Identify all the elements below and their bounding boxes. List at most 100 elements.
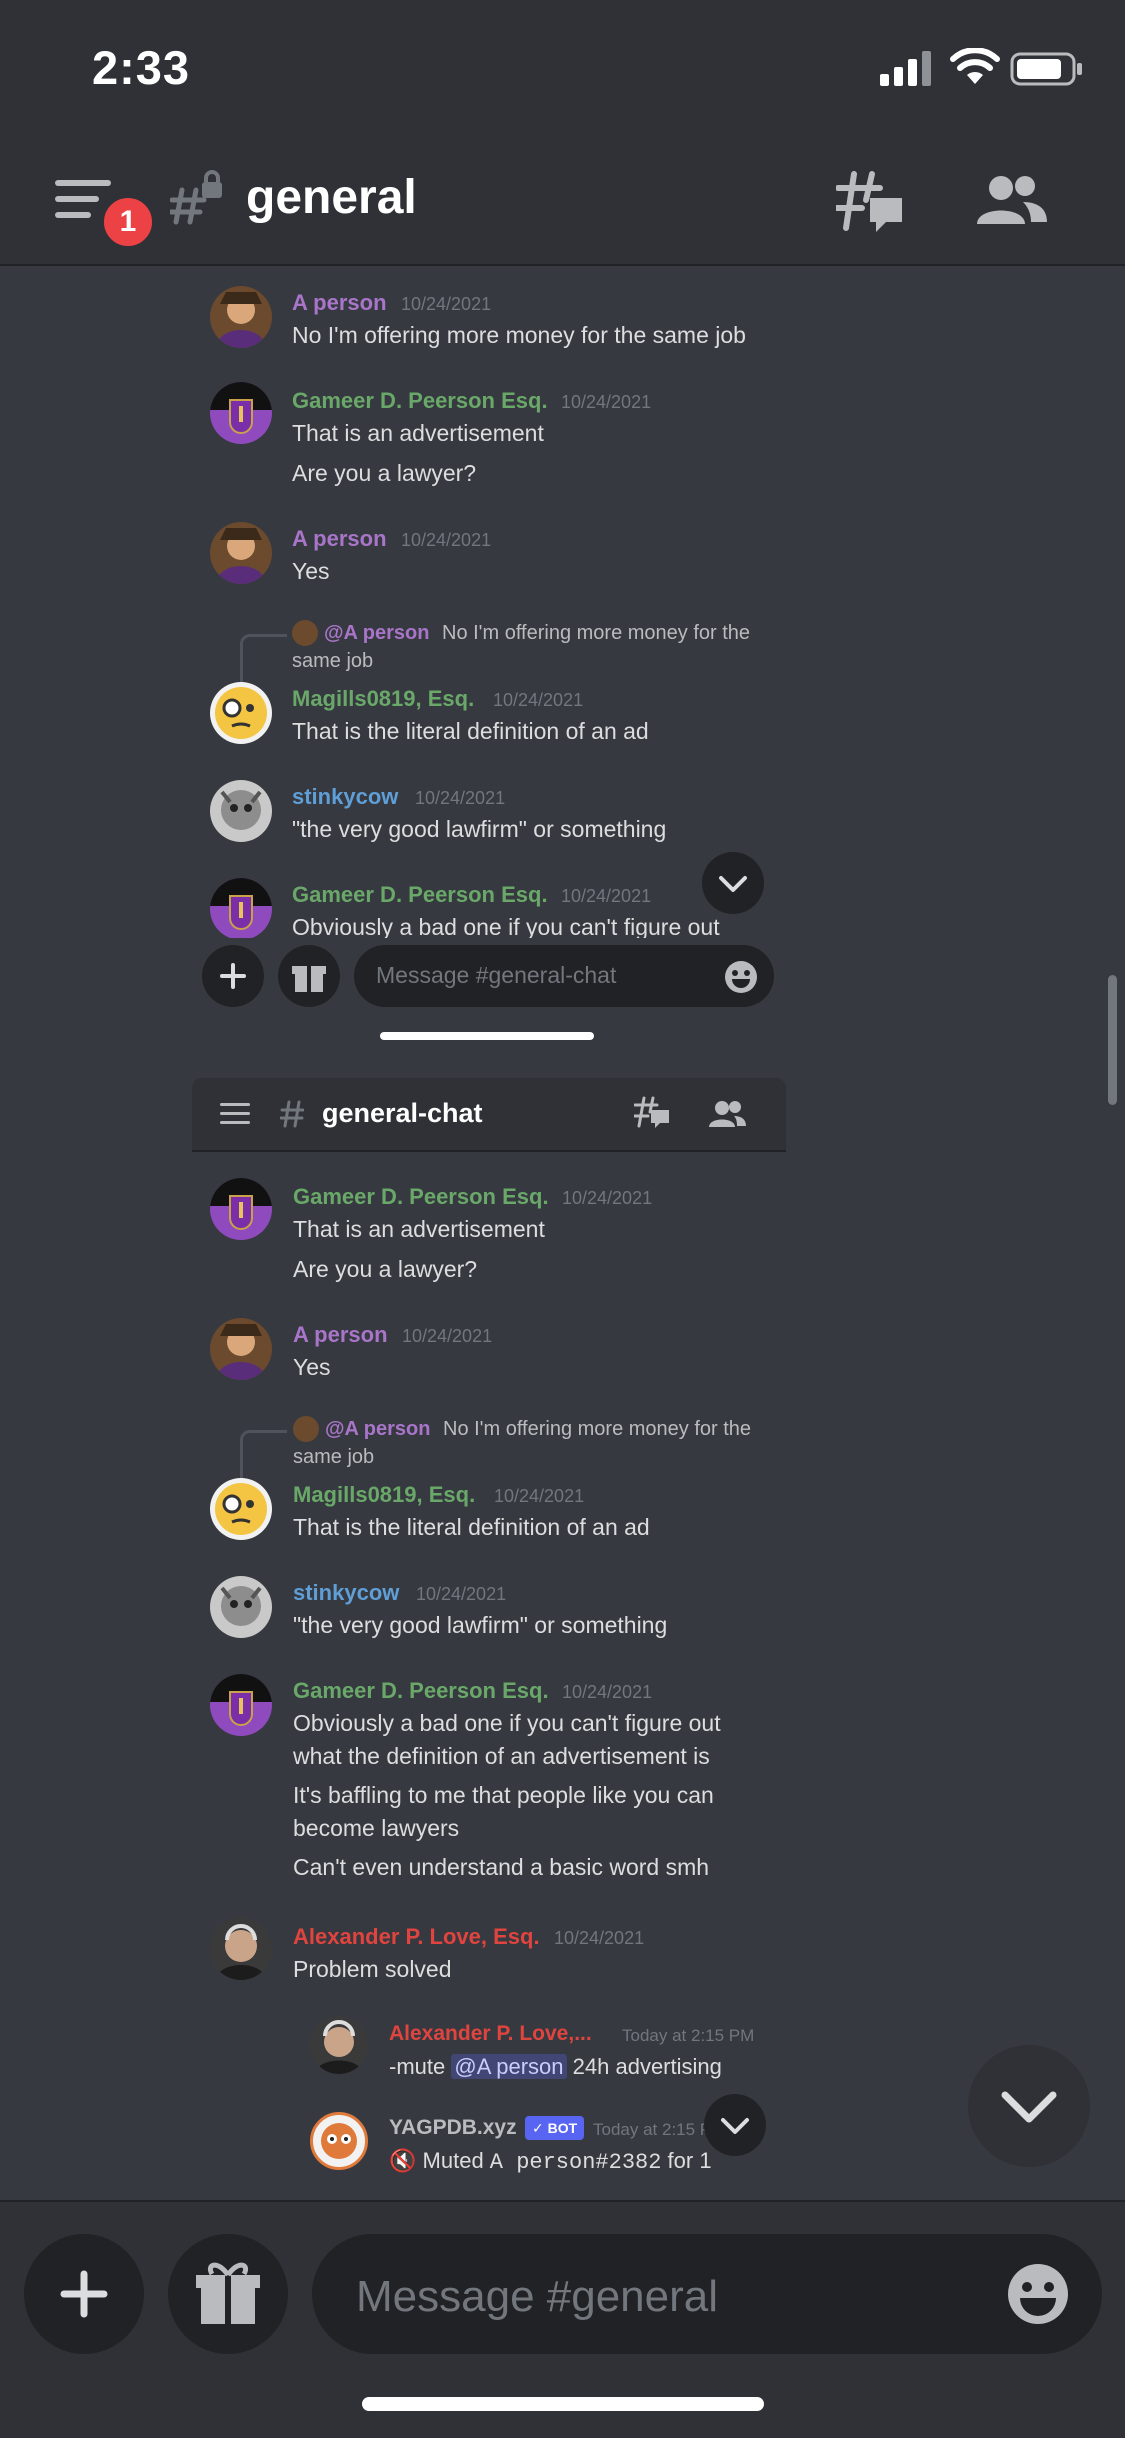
message-author[interactable]: Gameer D. Peerson Esq. [293,1678,549,1704]
gift-button[interactable] [278,945,340,1007]
message-text: Yes [293,1354,331,1380]
message-input[interactable]: Message #general [312,2234,1102,2354]
message-author[interactable]: A person [292,290,387,316]
plus-button[interactable] [202,945,264,1007]
message-text: what the definition of an advertisement … [293,1743,710,1769]
message-text: That is the literal definition of an ad [293,1514,650,1540]
notification-badge: 1 [98,192,158,252]
plus-button[interactable] [24,2234,144,2354]
message-timestamp: 10/24/2021 [416,1584,507,1604]
message-text: Problem solved [293,1956,452,1982]
message-author[interactable]: Alexander P. Love,... [389,2022,592,2046]
message-timestamp: 10/24/2021 [562,1188,653,1208]
embedded-header-2: general-chat [192,1078,786,1152]
input-placeholder: Message #general [356,2272,719,2321]
embedded-input-bar-1: Message #general-chat [190,935,780,1025]
message-author[interactable]: stinkycow [293,1580,399,1606]
avatar [310,2016,368,2074]
message-text: Are you a lawyer? [292,460,477,486]
message-author[interactable]: Gameer D. Peerson Esq. [293,1184,549,1210]
message-author[interactable]: Magills0819, Esq. [293,1482,475,1508]
message-timestamp: 10/24/2021 [562,1682,653,1702]
message-author[interactable]: Gameer D. Peerson Esq. [292,882,548,908]
embedded-home-indicator [380,1032,594,1040]
message-text: That is an advertisement [293,1216,545,1242]
channel-title: general [246,171,417,224]
avatar [210,780,272,842]
home-indicator[interactable] [362,2397,764,2411]
jump-to-latest-button[interactable] [704,2094,766,2156]
plus-icon [60,2270,108,2318]
plus-icon [220,963,246,989]
avatar [210,522,272,584]
message-text: That is the literal definition of an ad [292,718,649,744]
channel-title: general-chat [322,1098,483,1128]
avatar [210,382,272,444]
message-text: Are you a lawyer? [293,1256,478,1282]
message-timestamp: Today at 2:15 PM [622,2026,755,2045]
reply-avatar [292,620,318,646]
gift-icon [292,966,326,992]
message-timestamp: 10/24/2021 [415,788,506,808]
mute-icon: 🔇 [389,2148,417,2173]
message-timestamp: 10/24/2021 [561,886,652,906]
gift-icon [196,2262,260,2324]
menu-icon[interactable] [220,1102,250,1126]
reply-preview[interactable]: same job [292,650,373,673]
threads-icon[interactable] [634,1096,670,1130]
avatar [210,1918,272,1980]
message-timestamp: 10/24/2021 [493,690,584,710]
message-timestamp: 10/24/2021 [494,1486,585,1506]
message-author[interactable]: Magills0819, Esq. [292,686,474,712]
hash-lock-icon [170,170,222,225]
message-input[interactable]: Message #general-chat [354,945,774,1007]
message-text: become lawyers [293,1815,460,1841]
scrollbar[interactable] [1108,975,1117,1105]
message-timestamp: Today at 2:15 P [593,2120,712,2139]
message-timestamp: 10/24/2021 [402,1326,493,1346]
battery-icon [1010,52,1082,86]
message-author[interactable]: YAGPDB.xyz [389,2116,517,2140]
message-text: -mute @A person 24h advertising [389,2054,722,2079]
message-author[interactable]: A person [293,1322,388,1348]
message-text: "the very good lawfirm" or something [293,1612,668,1638]
avatar [210,1318,272,1380]
reply-mention[interactable]: @A person [325,1418,430,1441]
reply-preview[interactable]: No I'm offering more money for the [442,622,750,645]
status-time: 2:33 [92,41,191,94]
emoji-icon[interactable] [1006,2262,1070,2326]
message-author[interactable]: A person [292,526,387,552]
message-text: Yes [292,558,330,584]
reply-preview[interactable]: same job [293,1446,374,1469]
message-author[interactable]: Gameer D. Peerson Esq. [292,388,548,414]
chevron-down-icon [721,2118,749,2134]
message-author[interactable]: stinkycow [292,784,398,810]
message-timestamp: 10/24/2021 [401,294,492,314]
bot-tag: ✓ BOT [525,2116,585,2140]
embedded-screenshot-2: Gameer D. Peerson Esq. 10/24/2021 That i… [192,1150,786,2200]
members-icon[interactable] [975,174,1047,226]
message-text: Obviously a bad one if you can't figure … [293,1710,721,1736]
input-placeholder: Message #general-chat [376,962,617,988]
message-text: Can't even understand a basic word smh [293,1854,710,1880]
threads-icon[interactable] [836,170,906,236]
user-mention[interactable]: @A person [451,2054,567,2079]
message-timestamp: 10/24/2021 [401,530,492,550]
message-timestamp: 10/24/2021 [554,1928,645,1948]
chevron-down-icon [1001,2091,1057,2123]
avatar [210,1178,272,1240]
jump-to-present-button[interactable] [968,2045,1090,2167]
hash-icon [280,1100,304,1128]
message-text: 🔇 Muted A person#2382 for 1 [389,2148,712,2175]
reply-preview[interactable]: No I'm offering more money for the [443,1418,751,1441]
avatar [210,878,272,938]
gift-button[interactable] [168,2234,288,2354]
avatar [210,1674,272,1736]
reply-mention[interactable]: @A person [324,622,429,645]
message-author[interactable]: Alexander P. Love, Esq. [293,1924,540,1950]
emoji-icon[interactable] [724,960,758,994]
members-icon[interactable] [708,1100,746,1128]
jump-to-latest-button[interactable] [702,852,764,914]
reply-connector [240,634,287,683]
wifi-icon [950,48,1000,84]
